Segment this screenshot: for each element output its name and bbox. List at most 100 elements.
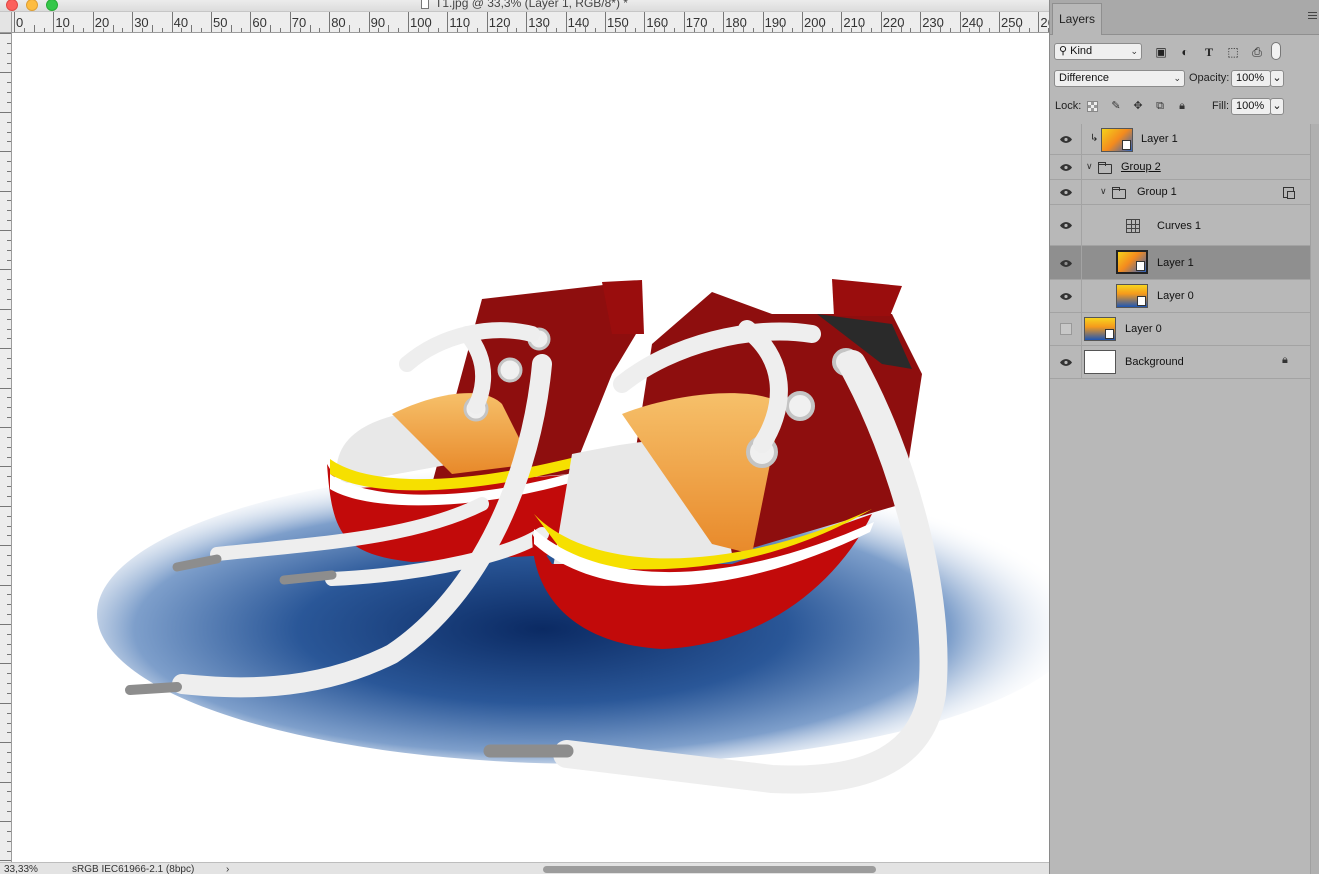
layer-row-background[interactable]: Background 🔒︎ [1050,346,1311,379]
layer-thumbnail[interactable] [1084,350,1116,374]
opacity-slider-toggle[interactable]: ⌄ [1270,70,1284,87]
ruler-minor-tick [476,28,478,32]
horizontal-ruler[interactable]: 0 10 20 30 40 50 60 70 80 90 100 110 120 130 140 150 160… [12,12,1049,33]
image-filter-icon[interactable]: ▣ [1153,44,1169,60]
chevron-down-icon[interactable]: ∨ [1086,161,1093,172]
ruler-vertical-tick [7,358,11,360]
lock-position-icon[interactable]: ✥ [1131,99,1145,113]
layer-name[interactable]: Layer 1 [1141,133,1178,145]
ruler-minor-tick [191,25,193,32]
layer-name[interactable]: Layer 0 [1125,323,1162,335]
layer-row-group-1[interactable]: ∨ Group 1 [1050,180,1311,205]
visibility-toggle[interactable] [1050,155,1082,179]
visibility-toggle[interactable] [1050,246,1082,279]
ruler-vertical-tick [7,771,11,773]
smart-object-filter-icon[interactable]: ⎙ [1249,44,1265,60]
ruler-vertical-tick [0,624,11,625]
zoom-level[interactable]: 33,33% [4,863,38,874]
document-title: T1.jpg @ 33,3% (Layer 1, RGB/8*) * [421,0,628,9]
layer-name[interactable]: Group 2 [1121,161,1161,173]
ruler-vertical-tick [0,663,11,665]
minimize-window-button[interactable] [26,0,38,11]
ruler-minor-tick [772,28,774,32]
ruler-minor-tick [112,25,114,32]
layer-row-layer-0[interactable]: Layer 0 [1050,280,1311,313]
layer-row-layer-1-clipped[interactable]: ↳ Layer 1 [1050,124,1311,155]
ruler-vertical-tick [7,338,11,340]
ruler-minor-tick [545,25,547,32]
ruler-minor-tick [417,28,419,32]
eye-icon [1060,260,1072,267]
ruler-vertical-tick [7,62,11,64]
ruler-minor-tick [230,25,232,32]
type-filter-icon[interactable]: T [1201,44,1217,60]
layer-row-group-2[interactable]: ∨ Group 2 [1050,155,1311,180]
ruler-vertical-tick [7,446,11,448]
layer-row-layer-1-selected[interactable]: Layer 1 [1050,246,1311,280]
layer-row-curves-1[interactable]: Curves 1 [1050,205,1311,246]
lock-image-icon[interactable]: ✎ [1109,99,1123,113]
adjustment-filter-icon[interactable]: ◐ [1177,44,1193,60]
ruler-minor-tick [516,28,518,32]
layer-thumbnail[interactable] [1084,317,1116,341]
layer-row-layer-0-hidden[interactable]: Layer 0 [1050,313,1311,346]
ruler-minor-tick [939,25,941,32]
ruler-origin[interactable] [0,12,12,33]
shape-filter-icon[interactable]: ⬚ [1225,44,1241,60]
zoom-window-button[interactable] [46,0,58,11]
ruler-minor-tick [388,25,390,32]
layer-name[interactable]: Curves 1 [1157,220,1201,232]
vertical-ruler[interactable] [0,33,12,862]
status-menu-arrow[interactable]: › [226,863,229,874]
ruler-vertical-tick [7,564,11,566]
layer-thumbnail[interactable] [1116,250,1148,274]
lock-transparent-icon[interactable] [1087,101,1098,112]
folder-icon [1112,187,1126,199]
layer-name[interactable]: Group 1 [1137,186,1177,198]
visibility-toggle[interactable] [1050,280,1082,312]
layer-name[interactable]: Layer 1 [1157,257,1194,269]
lock-all-icon[interactable]: 🔒︎ [1175,99,1189,113]
ruler-vertical-tick [0,72,11,74]
visibility-toggle[interactable] [1050,205,1082,245]
chevron-down-icon[interactable]: ∨ [1100,186,1107,197]
filter-toggle-switch[interactable] [1271,42,1281,60]
ruler-minor-tick [851,28,853,32]
layer-thumbnail[interactable] [1101,128,1133,152]
eye-icon [1060,222,1072,229]
ruler-vertical-tick [7,436,11,438]
opacity-field[interactable]: 100% [1231,70,1271,87]
visibility-toggle[interactable] [1050,180,1082,204]
ruler-vertical-tick [7,161,11,163]
panel-menu-icon[interactable] [1308,12,1317,19]
layers-panel-scrollbar[interactable] [1310,124,1319,874]
ruler-minor-tick [742,25,744,32]
document-canvas[interactable] [12,34,1049,862]
layer-name[interactable]: Layer 0 [1157,290,1194,302]
tab-layers[interactable]: Layers [1052,3,1102,35]
visibility-toggle[interactable] [1050,346,1082,378]
ruler-minor-tick [279,28,281,32]
document-title-bar[interactable]: T1.jpg @ 33,3% (Layer 1, RGB/8*) * [0,0,1049,12]
blend-mode-select[interactable]: Difference ⌄ [1054,70,1185,87]
layer-kind-filter[interactable]: ⚲ Kind ⌄ [1054,43,1142,60]
ruler-vertical-tick [7,318,11,320]
ruler-minor-tick [260,28,262,32]
fill-field[interactable]: 100% [1231,98,1271,115]
horizontal-scrollbar-thumb[interactable] [543,866,876,873]
ruler-major-tick [132,12,134,32]
ruler-minor-tick [890,28,892,32]
ruler-vertical-tick [7,377,11,379]
layer-name[interactable]: Background [1125,356,1184,368]
search-icon: ⚲ [1059,45,1071,57]
visibility-toggle[interactable] [1050,124,1082,154]
visibility-toggle[interactable] [1050,313,1082,345]
lock-artboard-icon[interactable]: ⧉ [1153,99,1167,113]
ruler-vertical-tick [7,811,11,813]
close-window-button[interactable] [6,0,18,11]
ruler-vertical-tick [0,505,11,507]
ruler-minor-tick [821,25,823,32]
layer-thumbnail[interactable] [1116,284,1148,308]
fill-slider-toggle[interactable]: ⌄ [1270,98,1284,115]
lock-icon[interactable]: 🔒︎ [1282,354,1288,367]
